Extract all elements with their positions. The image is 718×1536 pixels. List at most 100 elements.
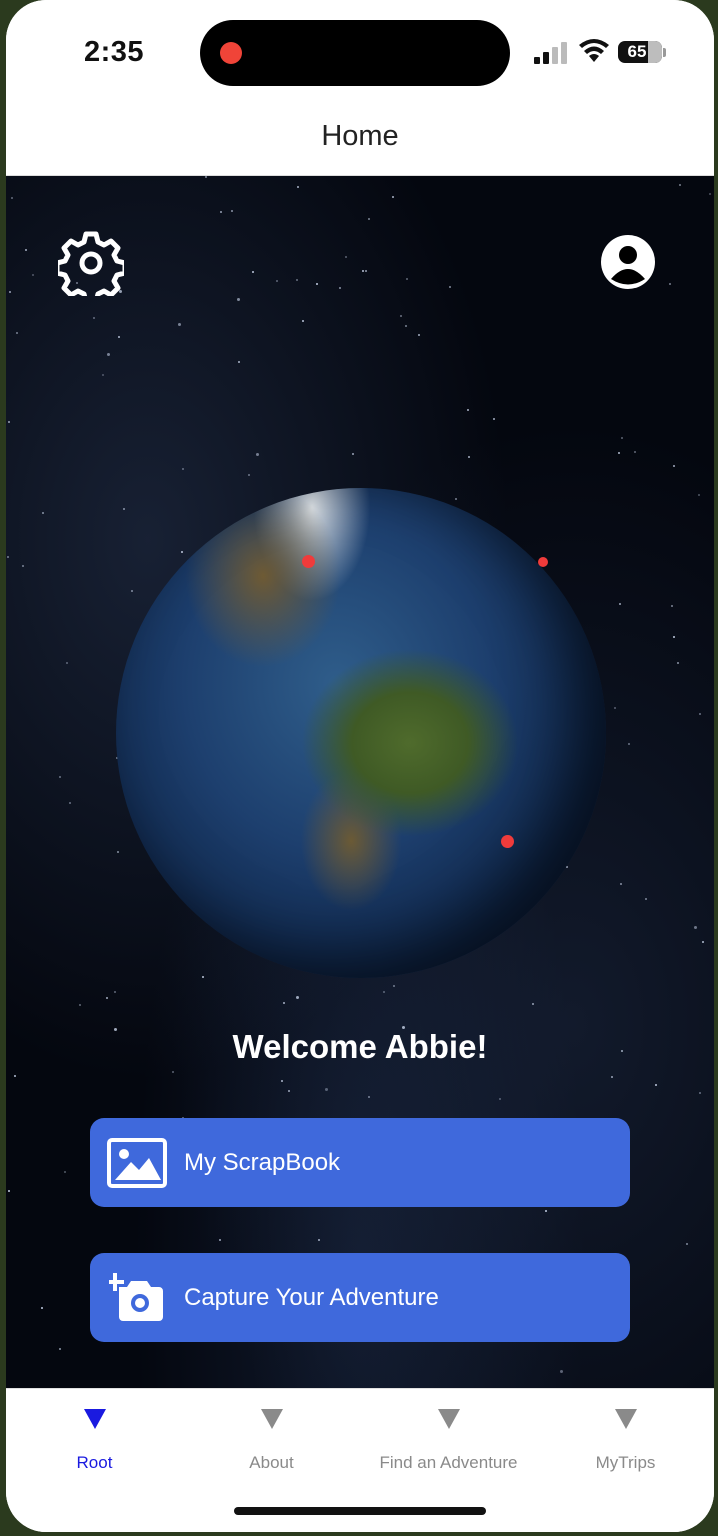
star: [709, 193, 711, 195]
tab-find-an-adventure[interactable]: Find an Adventure: [360, 1409, 537, 1473]
tab-label: Root: [76, 1453, 113, 1472]
wifi-icon: [579, 39, 609, 62]
my-scrapbook-label: My ScrapBook: [184, 1148, 341, 1176]
star: [202, 976, 204, 978]
profile-avatar-icon[interactable]: [600, 234, 656, 290]
star: [345, 256, 347, 258]
star: [172, 1071, 174, 1073]
star: [22, 565, 24, 567]
dynamic-island: [200, 20, 510, 86]
star: [252, 271, 254, 273]
tab-mytrips[interactable]: MyTrips: [537, 1409, 714, 1473]
trip-marker[interactable]: [538, 557, 548, 567]
star: [297, 186, 299, 188]
star: [131, 590, 133, 592]
phone-screen: 2:35 65 Home Welcome Abbie! My ScrapBook…: [6, 0, 714, 1532]
star: [702, 941, 704, 943]
star: [102, 374, 104, 376]
star: [673, 636, 675, 638]
my-scrapbook-button[interactable]: My ScrapBook: [90, 1118, 630, 1207]
trip-marker[interactable]: [302, 555, 315, 568]
star: [618, 452, 620, 454]
settings-gear-icon[interactable]: [58, 230, 124, 296]
star: [406, 278, 408, 280]
star: [449, 286, 451, 288]
tab-label: Find an Adventure: [379, 1453, 518, 1472]
star: [628, 743, 630, 745]
star: [114, 991, 116, 993]
star: [499, 1098, 501, 1100]
star: [123, 508, 125, 510]
star: [368, 218, 370, 220]
star: [296, 279, 298, 281]
star: [365, 270, 367, 272]
star: [645, 898, 647, 900]
star: [400, 315, 402, 317]
page-title: Home: [321, 120, 399, 152]
star: [455, 498, 457, 500]
star: [205, 176, 207, 178]
star: [59, 776, 61, 778]
star: [699, 713, 701, 715]
star: [11, 197, 13, 199]
star: [302, 320, 304, 322]
tab-about[interactable]: About: [183, 1409, 360, 1473]
star: [93, 317, 95, 319]
star: [655, 1084, 657, 1086]
star: [66, 662, 68, 664]
star: [634, 451, 636, 453]
tab-label: MyTrips: [595, 1453, 656, 1472]
star: [545, 1210, 547, 1212]
battery-level: 65: [627, 42, 647, 61]
star: [256, 453, 259, 456]
tab-root[interactable]: Root: [6, 1409, 183, 1473]
cellular-signal-icon: [534, 42, 567, 64]
status-time: 2:35: [84, 36, 145, 68]
star: [560, 1370, 563, 1373]
star: [339, 287, 341, 289]
star: [493, 418, 495, 420]
star: [237, 298, 240, 301]
triangle-down-icon: [614, 1409, 637, 1429]
star: [288, 1090, 290, 1092]
capture-adventure-label: Capture Your Adventure: [184, 1283, 439, 1311]
star: [619, 603, 621, 605]
star: [14, 1075, 16, 1077]
star: [686, 1243, 688, 1245]
star: [220, 211, 222, 213]
star: [418, 334, 420, 336]
star: [231, 210, 233, 212]
star: [677, 662, 679, 664]
earth-globe[interactable]: [116, 488, 606, 978]
trip-marker[interactable]: [501, 835, 514, 848]
star: [671, 605, 673, 607]
star: [352, 453, 354, 455]
star: [25, 249, 27, 251]
star: [117, 851, 119, 853]
star: [316, 283, 318, 285]
star: [32, 274, 34, 276]
add-camera-icon: [109, 1272, 163, 1321]
star: [41, 1307, 43, 1309]
home-indicator[interactable]: [234, 1507, 486, 1515]
star: [16, 332, 18, 334]
star: [79, 1004, 81, 1006]
navigation-bar: Home: [6, 108, 714, 176]
star: [178, 323, 181, 326]
capture-adventure-button[interactable]: Capture Your Adventure: [90, 1253, 630, 1342]
star: [8, 421, 10, 423]
star: [219, 1239, 221, 1241]
star: [468, 456, 470, 458]
triangle-down-icon: [260, 1409, 283, 1429]
star: [64, 1171, 66, 1173]
status-bar: 2:35 65: [6, 0, 714, 108]
star: [238, 361, 240, 363]
star: [42, 512, 44, 514]
star: [276, 280, 278, 282]
star: [59, 1348, 61, 1350]
tab-label: About: [249, 1453, 294, 1472]
welcome-message: Welcome Abbie!: [232, 1028, 488, 1065]
star: [673, 465, 675, 467]
star: [393, 985, 395, 987]
star: [106, 997, 108, 999]
